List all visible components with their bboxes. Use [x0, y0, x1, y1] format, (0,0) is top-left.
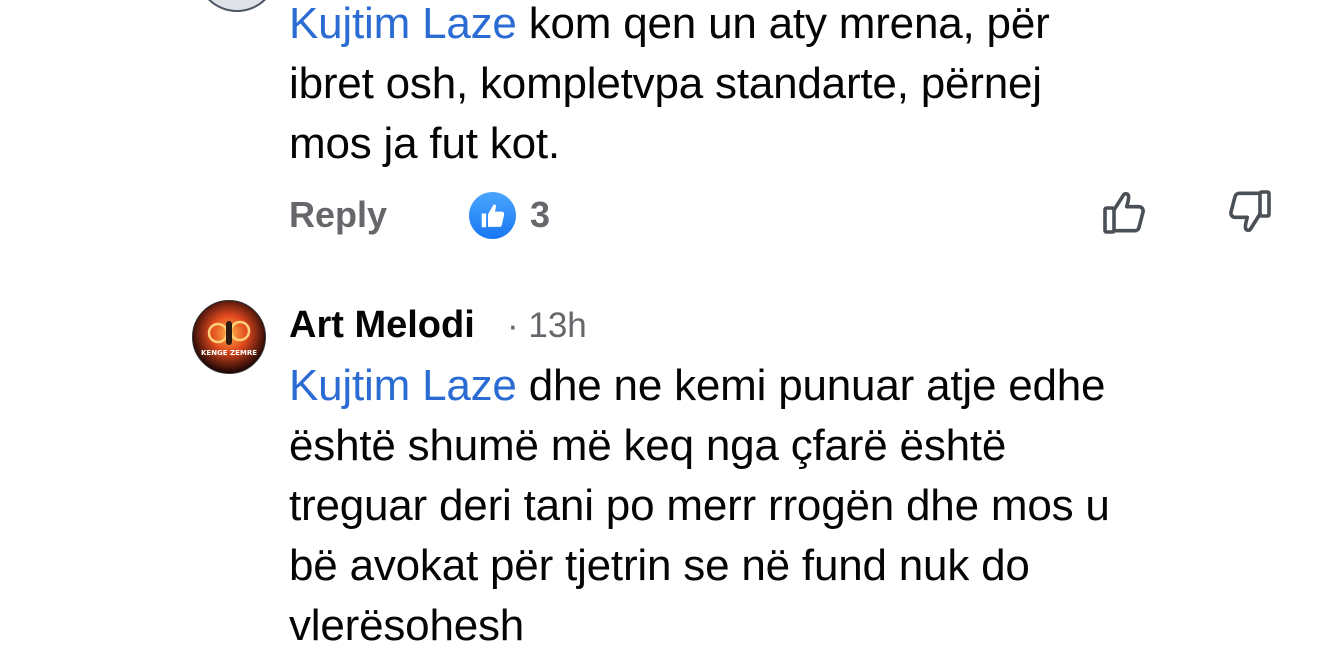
reaction-count: 3	[530, 194, 551, 235]
comment-body: Art Melodi · 13h Kujtim Laze dhe ne kemi…	[289, 296, 1289, 650]
comment-actions: Reply 3	[289, 186, 1279, 242]
comment-text-line: vlerësohesh	[289, 601, 525, 650]
reply-button[interactable]: Reply	[289, 194, 387, 236]
comment-text: Kujtim Laze dhe ne kemi punuar atje edhe…	[289, 356, 1289, 656]
comment-text-line: bë avokat për tjetrin se në fund nuk do	[289, 541, 1030, 590]
comment-text-line: Kujtim Laze dhe ne kemi punuar atje edhe	[289, 361, 1106, 410]
avatar-brand-text: KENGE ZEMRE	[201, 349, 257, 357]
thumbs-up-icon[interactable]	[469, 192, 516, 239]
comment-text-line: ibret osh, kompletvpa standarte, përnej	[289, 59, 1042, 108]
comment-text-line: treguar deri tani po merr rrogën dhe mos…	[289, 481, 1110, 530]
avatar[interactable]	[196, 0, 278, 12]
comment-text: Kujtim Laze kom qen un aty mrena, për	[289, 0, 1050, 48]
comment-body: Kujtim Laze kom qen un aty mrena, për ib…	[289, 0, 1289, 174]
mention-link[interactable]: Kujtim Laze	[289, 361, 517, 410]
comment-text-line: mos ja fut kot.	[289, 119, 560, 168]
timestamp[interactable]: · 13h	[507, 306, 587, 346]
avatar[interactable]: KENGE ZEMRE	[192, 300, 266, 374]
comment-header: Art Melodi · 13h	[289, 296, 1289, 354]
thumbs-down-outline-icon[interactable]	[1221, 186, 1273, 238]
mention-link[interactable]: Kujtim Laze	[289, 0, 517, 48]
thumbs-up-outline-icon[interactable]	[1101, 186, 1153, 238]
author-name[interactable]: Art Melodi	[289, 304, 475, 347]
comment-text-line: është shumë më keq nga çfarë është	[289, 421, 1007, 470]
